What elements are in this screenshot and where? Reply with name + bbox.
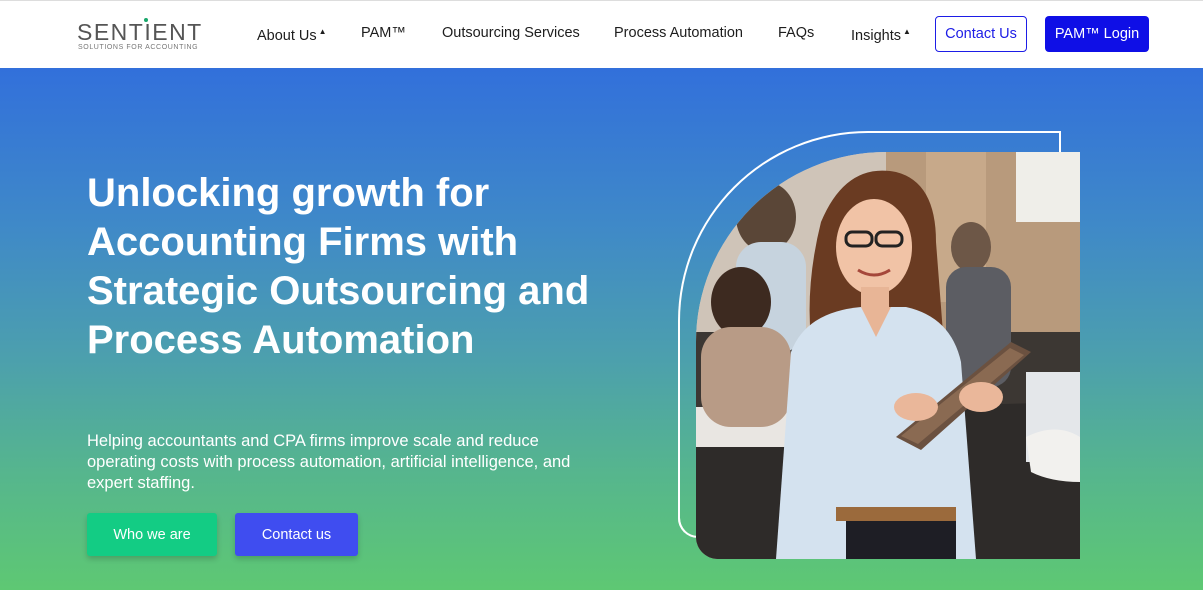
pam-login-button[interactable]: PAM™ Login — [1045, 16, 1149, 52]
contact-us-hero-button[interactable]: Contact us — [235, 513, 358, 556]
nav-outsourcing-services[interactable]: Outsourcing Services — [442, 25, 580, 41]
decorative-outline-frame-bottom — [678, 368, 698, 538]
woman-holding-tablet-photo — [696, 152, 1080, 559]
nav-outsourcing-label: Outsourcing Services — [442, 25, 580, 41]
caret-up-icon: ▲ — [318, 27, 327, 36]
logo-tagline: SOLUTIONS FOR ACCOUNTING — [78, 44, 199, 51]
nav-process-automation[interactable]: Process Automation — [614, 25, 743, 41]
hero-subtitle: Helping accountants and CPA firms improv… — [87, 432, 571, 492]
site-header: SENTIENT SOLUTIONS FOR ACCOUNTING About … — [0, 0, 1203, 68]
hero-title: Unlocking growth for Accounting Firms wi… — [87, 171, 590, 362]
caret-up-icon: ▲ — [902, 27, 911, 36]
logo-accent-dot — [144, 18, 148, 22]
hero-photo — [696, 152, 1080, 559]
nav-about-us[interactable]: About Us ▲ — [257, 27, 327, 44]
contact-us-button[interactable]: Contact Us — [935, 16, 1027, 52]
nav-insights-label: Insights — [851, 28, 901, 44]
nav-faqs-label: FAQs — [778, 25, 815, 41]
who-we-are-button[interactable]: Who we are — [87, 513, 217, 556]
nav-insights[interactable]: Insights ▲ — [851, 27, 911, 44]
sentient-logo[interactable]: SENTIENT SOLUTIONS FOR ACCOUNTING — [77, 17, 202, 55]
nav-faqs[interactable]: FAQs — [778, 25, 814, 41]
nav-pam[interactable]: PAM™ — [361, 25, 406, 41]
nav-process-automation-label: Process Automation — [614, 25, 743, 41]
hero-section: Unlocking growth for Accounting Firms wi… — [0, 68, 1203, 590]
nav-pam-label: PAM™ — [361, 25, 406, 41]
logo-wordmark: SENTIENT — [77, 19, 203, 45]
nav-about-us-label: About Us — [257, 28, 317, 44]
